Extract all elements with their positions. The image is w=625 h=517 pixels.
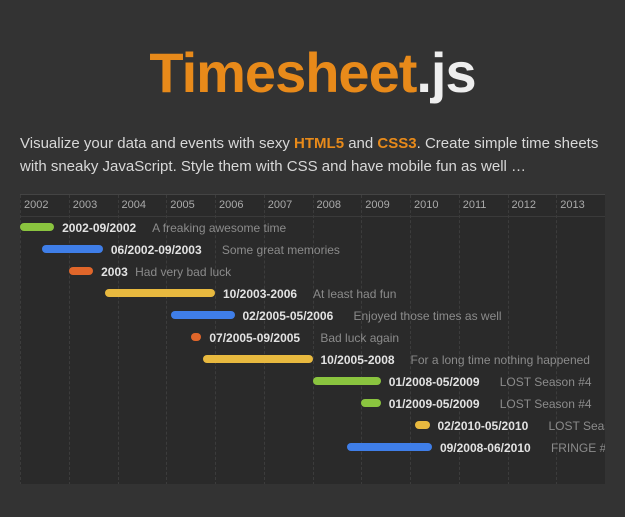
timesheet-row: 10/2003-2006 At least had fun <box>20 283 605 305</box>
title-brand: Timesheet <box>149 41 416 104</box>
timesheet-row: 02/2010-05/2010 LOST Season #5 <box>20 415 605 437</box>
event-label: For a long time nothing happened <box>411 349 590 371</box>
event-label: Had very bad luck <box>135 261 231 283</box>
event-date: 2003 <box>101 261 128 283</box>
event-bar <box>42 245 103 253</box>
event-bar <box>171 311 234 319</box>
event-date: 09/2008-06/2010 <box>440 437 531 459</box>
tagline-pre: Visualize your data and events with sexy <box>20 135 294 152</box>
event-bar <box>347 443 432 451</box>
tagline-hl2: CSS3 <box>377 135 416 152</box>
timesheet-row: 02/2005-05/2006 Enjoyed those times as we… <box>20 305 605 327</box>
tagline-hl1: HTML5 <box>294 135 344 152</box>
event-label: Bad luck again <box>320 327 399 349</box>
event-label: At least had fun <box>313 283 396 305</box>
timesheet-row: 06/2002-09/2003 Some great memories <box>20 239 605 261</box>
event-date: 07/2005-09/2005 <box>209 327 300 349</box>
bubble-rows: 2002-09/2002 A freaking awesome time06/20… <box>20 217 605 459</box>
timesheet-row: 10/2005-2008 For a long time nothing happ… <box>20 349 605 371</box>
timesheet-row: 2003 Had very bad luck <box>20 261 605 283</box>
event-label: Enjoyed those times as well <box>354 305 502 327</box>
timesheet-row: 01/2008-05/2009 LOST Season #4 <box>20 371 605 393</box>
event-bar <box>105 289 215 297</box>
event-label: FRINGE #1 & #2 <box>551 437 605 459</box>
event-bar <box>313 377 381 385</box>
timesheet-row: 09/2008-06/2010 FRINGE #1 & #2 <box>20 437 605 459</box>
event-label: A freaking awesome time <box>152 217 286 239</box>
event-date: 2002-09/2002 <box>62 217 136 239</box>
year-scale: 2002200320042005200620072008200920102011… <box>20 195 605 217</box>
event-bar <box>20 223 54 231</box>
event-bar <box>69 267 93 275</box>
timesheet-row: 01/2009-05/2009 LOST Season #4 <box>20 393 605 415</box>
event-label: Some great memories <box>222 239 340 261</box>
event-date: 01/2009-05/2009 <box>389 393 480 415</box>
title-ext: .js <box>416 41 475 104</box>
event-bar <box>191 333 202 341</box>
event-date: 01/2008-05/2009 <box>389 371 480 393</box>
timesheet-chart: 2002200320042005200620072008200920102011… <box>20 194 605 484</box>
timesheet-row: 07/2005-09/2005 Bad luck again <box>20 327 605 349</box>
event-bar <box>361 399 381 407</box>
event-date: 10/2005-2008 <box>321 349 395 371</box>
event-bar <box>203 355 313 363</box>
event-bar <box>415 421 430 429</box>
event-date: 02/2005-05/2006 <box>243 305 334 327</box>
event-label: LOST Season #5 <box>549 415 606 437</box>
event-date: 10/2003-2006 <box>223 283 297 305</box>
event-date: 06/2002-09/2003 <box>111 239 202 261</box>
tagline: Visualize your data and events with sexy… <box>20 133 605 178</box>
event-label: LOST Season #4 <box>500 371 592 393</box>
page-title: Timesheet.js <box>20 40 605 105</box>
timesheet-row: 2002-09/2002 A freaking awesome time <box>20 217 605 239</box>
event-date: 02/2010-05/2010 <box>438 415 529 437</box>
tagline-mid: and <box>344 135 377 152</box>
event-label: LOST Season #4 <box>500 393 592 415</box>
